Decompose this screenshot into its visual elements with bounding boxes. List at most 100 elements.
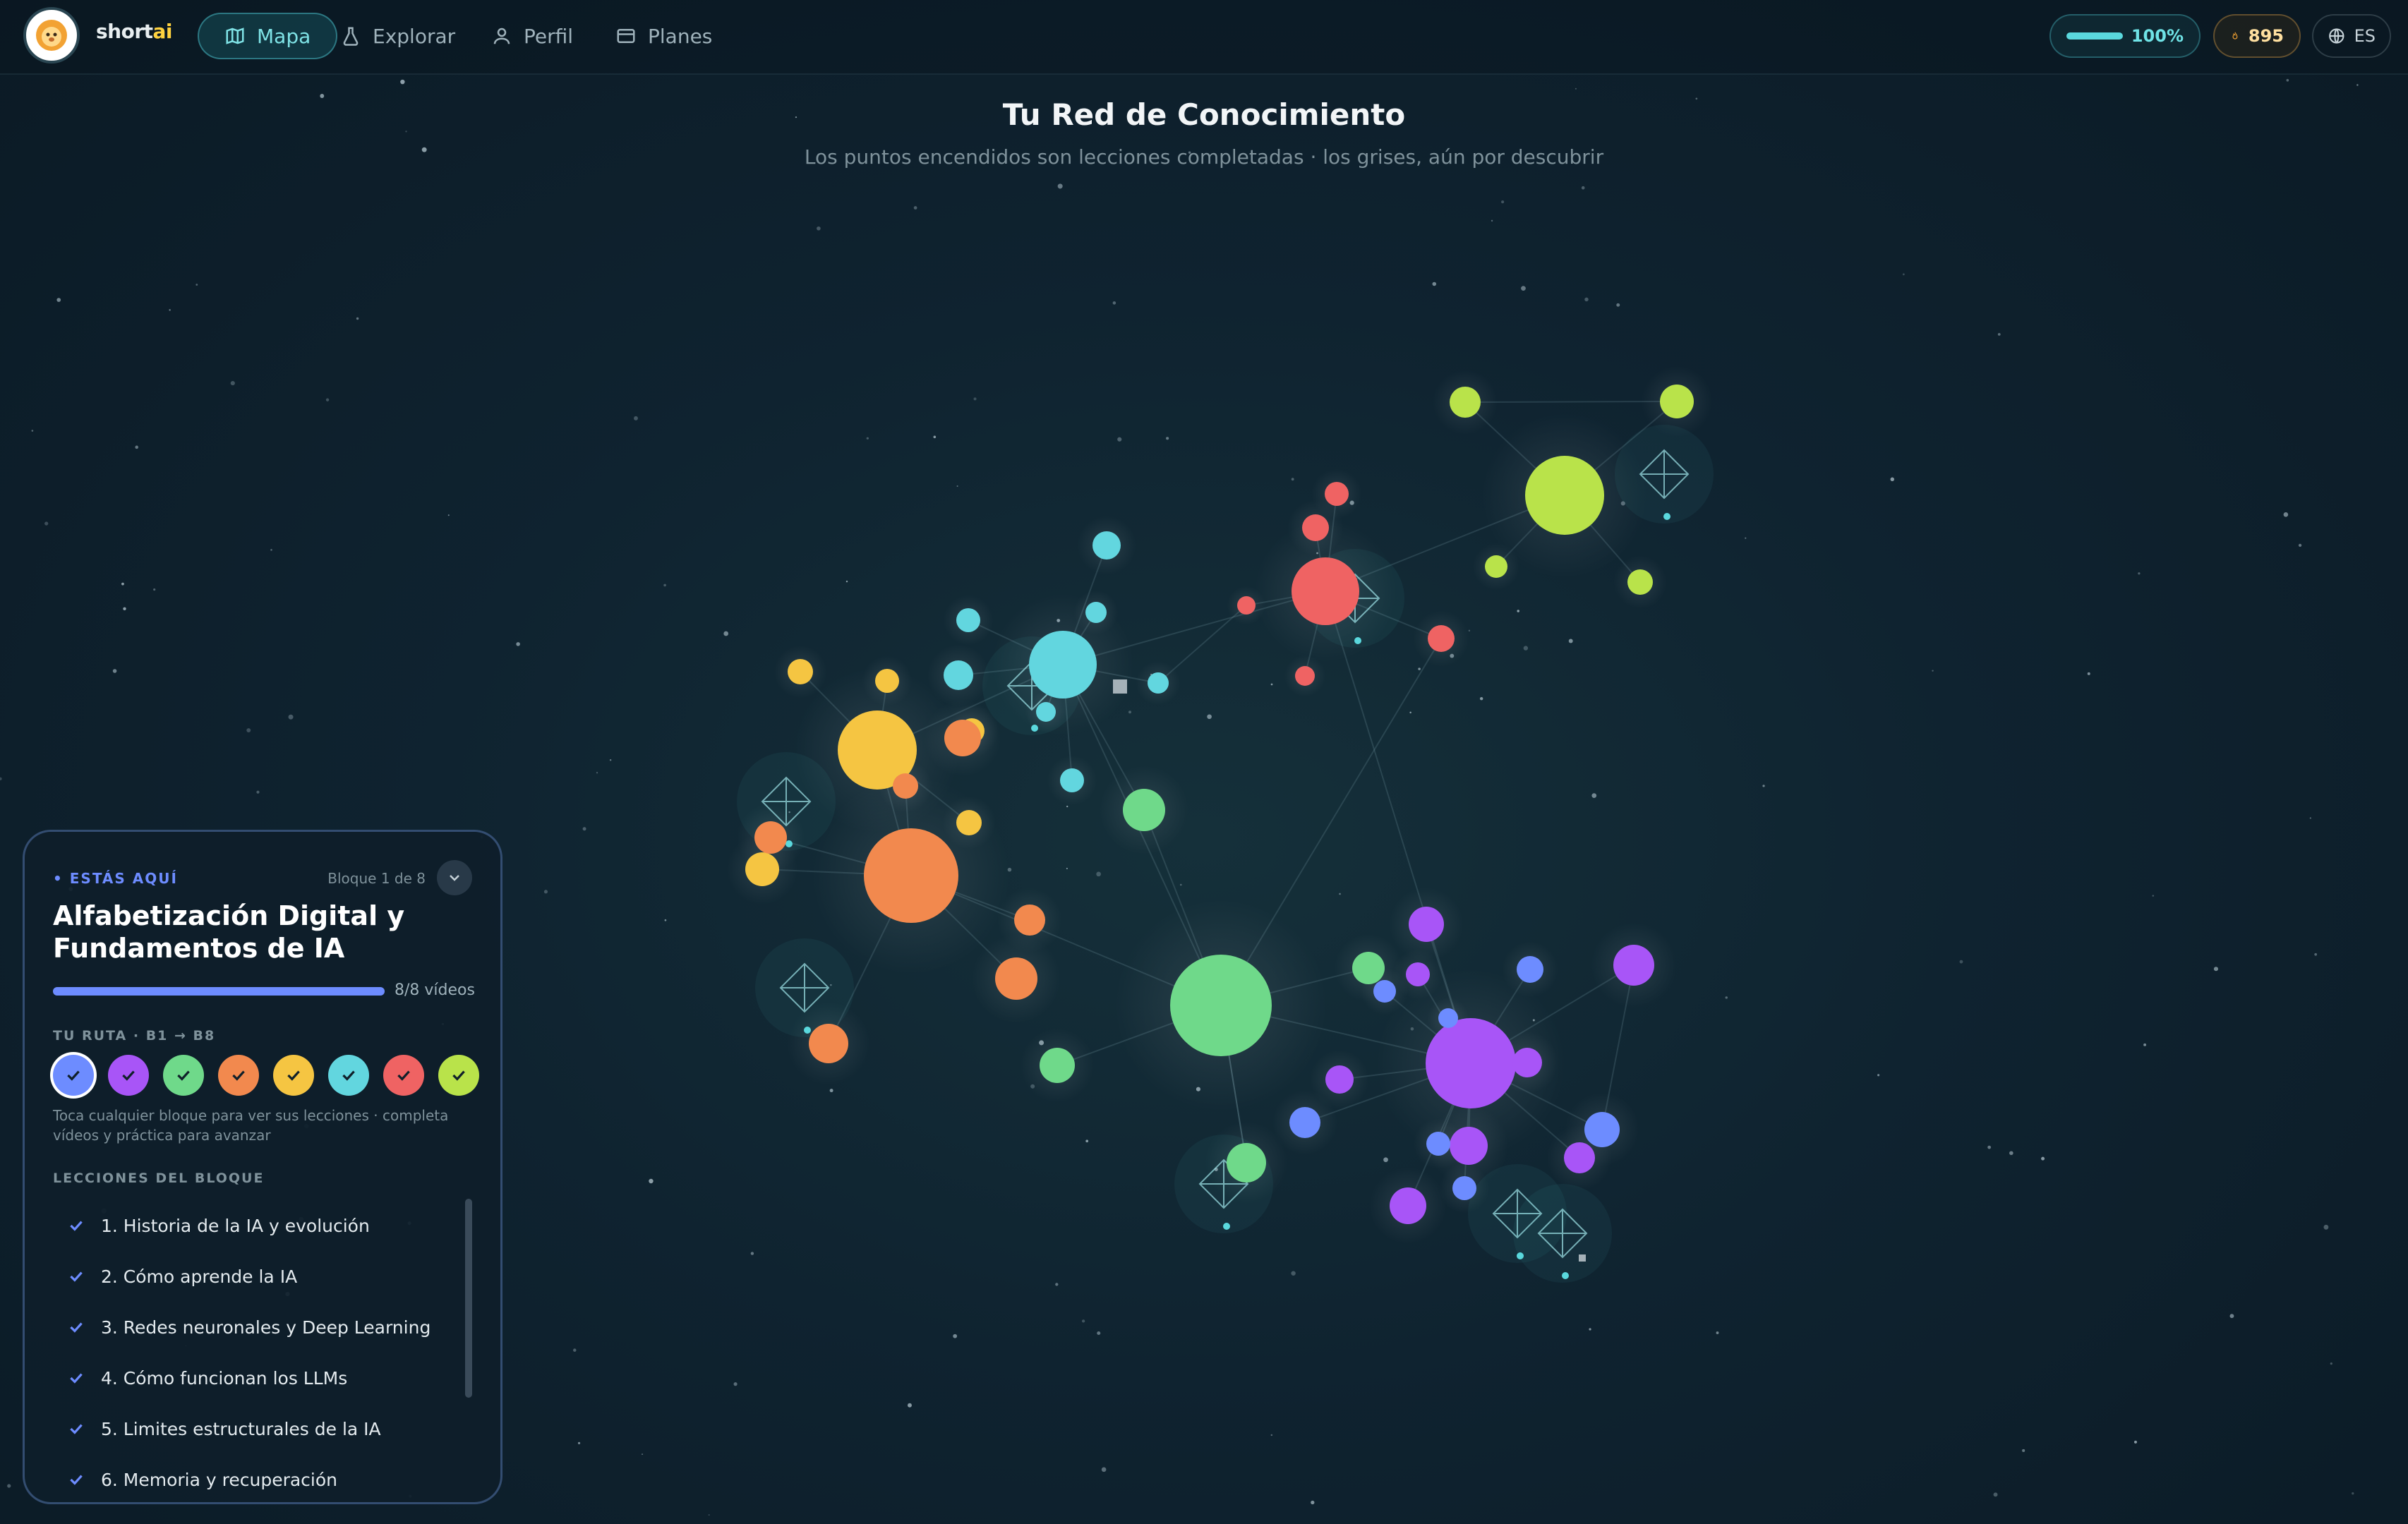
lesson-node[interactable]	[1237, 596, 1256, 615]
lesson-item[interactable]: 2. Cómo aprende la IA	[53, 1251, 448, 1302]
nav-explorar[interactable]: Explorar	[315, 13, 481, 59]
lesson-node[interactable]	[754, 821, 787, 854]
lesson-node[interactable]	[1450, 387, 1481, 418]
lesson-node[interactable]	[875, 669, 899, 693]
lesson-node[interactable]	[1409, 907, 1444, 942]
lesson-node[interactable]	[788, 659, 813, 684]
collapse-button[interactable]	[437, 860, 472, 895]
lesson-item[interactable]: 5. Limites estructurales de la IA	[53, 1403, 448, 1454]
star	[195, 284, 198, 286]
check-icon	[70, 1221, 83, 1231]
logo[interactable]	[23, 7, 80, 64]
star	[543, 890, 548, 894]
star	[288, 714, 294, 720]
locked-node-square[interactable]	[1579, 1254, 1586, 1262]
lesson-node[interactable]	[1170, 955, 1272, 1056]
lesson-node[interactable]	[1227, 1143, 1266, 1183]
lesson-node[interactable]	[1295, 666, 1315, 686]
star	[1128, 710, 1131, 714]
route-block-8[interactable]	[438, 1055, 479, 1096]
lesson-node[interactable]	[1373, 980, 1396, 1003]
lesson-item[interactable]: 1. Historia de la IA y evolución	[53, 1200, 448, 1251]
star	[2286, 78, 2289, 82]
lesson-node[interactable]	[956, 608, 980, 632]
lesson-node[interactable]	[1292, 557, 1359, 625]
lesson-node[interactable]	[893, 773, 918, 799]
lesson-node[interactable]	[1085, 602, 1107, 623]
lesson-node[interactable]	[1512, 1048, 1542, 1077]
locked-node-square[interactable]	[1113, 679, 1127, 694]
lesson-node[interactable]	[1660, 385, 1694, 418]
lesson-node[interactable]	[995, 957, 1037, 1000]
star	[1081, 1319, 1085, 1323]
lesson-item[interactable]: 4. Cómo funcionan los LLMs	[53, 1353, 448, 1403]
lessons-label: LECCIONES DEL BLOQUE	[53, 1171, 265, 1186]
lesson-node[interactable]	[1390, 1187, 1426, 1224]
lesson-node[interactable]	[1060, 768, 1084, 792]
lesson-node[interactable]	[1613, 945, 1654, 986]
streak-badge[interactable]: 895	[2213, 14, 2301, 58]
lesson-node[interactable]	[1584, 1112, 1620, 1147]
lesson-node[interactable]	[1289, 1107, 1320, 1138]
lesson-title: 3. Redes neuronales y Deep Learning	[101, 1317, 431, 1338]
language-selector[interactable]: ES	[2312, 14, 2391, 58]
star	[1409, 711, 1411, 714]
lesson-node[interactable]	[1627, 569, 1653, 595]
lesson-node[interactable]	[1325, 482, 1349, 506]
route-block-2[interactable]	[108, 1055, 149, 1096]
lesson-node[interactable]	[1452, 1176, 1476, 1200]
block-title: Alfabetización Digital y Fundamentos de …	[53, 900, 405, 964]
overall-progress[interactable]: 100%	[2049, 14, 2201, 58]
star	[1997, 333, 2001, 336]
lesson-node[interactable]	[809, 1024, 848, 1063]
lesson-node[interactable]	[1325, 1065, 1354, 1094]
star	[121, 582, 124, 586]
lesson-node[interactable]	[1123, 789, 1165, 831]
lesson-node[interactable]	[1014, 905, 1045, 936]
lesson-node[interactable]	[1406, 962, 1430, 986]
route-block-7[interactable]	[383, 1055, 424, 1096]
lesson-node[interactable]	[944, 720, 981, 756]
star	[1877, 1074, 1880, 1077]
lesson-node[interactable]	[1029, 631, 1097, 698]
flask-icon	[343, 27, 359, 46]
globe-icon	[2329, 28, 2344, 44]
lesson-node[interactable]	[1564, 1142, 1595, 1173]
route-block-3[interactable]	[163, 1055, 204, 1096]
lesson-node[interactable]	[1148, 672, 1169, 694]
star	[634, 416, 638, 421]
nav-planes[interactable]: Planes	[590, 13, 738, 59]
route-block-4[interactable]	[218, 1055, 259, 1096]
lesson-node[interactable]	[1525, 456, 1604, 535]
check-icon	[70, 1373, 83, 1384]
star	[953, 1334, 958, 1338]
lesson-node[interactable]	[745, 852, 779, 886]
crystal-dot	[1663, 513, 1670, 520]
lesson-node[interactable]	[1428, 625, 1455, 652]
lesson-node[interactable]	[1352, 952, 1385, 984]
route-block-5[interactable]	[273, 1055, 314, 1096]
lesson-node[interactable]	[864, 828, 958, 923]
lessons-scrollbar[interactable]	[465, 1199, 472, 1398]
star	[1959, 960, 1963, 964]
star	[596, 772, 598, 774]
lesson-node[interactable]	[1426, 1018, 1516, 1108]
lesson-node[interactable]	[1450, 1127, 1488, 1165]
lesson-node[interactable]	[1426, 1132, 1450, 1156]
route-block-1[interactable]	[53, 1055, 94, 1096]
lesson-node[interactable]	[956, 810, 982, 835]
lesson-item[interactable]: 3. Redes neuronales y Deep Learning	[53, 1302, 448, 1353]
lesson-node[interactable]	[1040, 1048, 1075, 1083]
lesson-node[interactable]	[1302, 514, 1329, 541]
lesson-item[interactable]: 6. Memoria y recuperación	[53, 1454, 448, 1502]
lesson-node[interactable]	[1092, 531, 1121, 560]
lesson-node[interactable]	[1438, 1008, 1458, 1028]
check-icon	[70, 1475, 83, 1485]
nav-perfil[interactable]: Perfil	[466, 13, 598, 59]
lesson-node[interactable]	[944, 660, 973, 690]
lesson-node[interactable]	[1036, 702, 1056, 722]
lesson-node[interactable]	[1517, 956, 1543, 983]
lesson-node[interactable]	[1485, 555, 1507, 578]
star	[1270, 1434, 1273, 1437]
route-block-6[interactable]	[328, 1055, 369, 1096]
